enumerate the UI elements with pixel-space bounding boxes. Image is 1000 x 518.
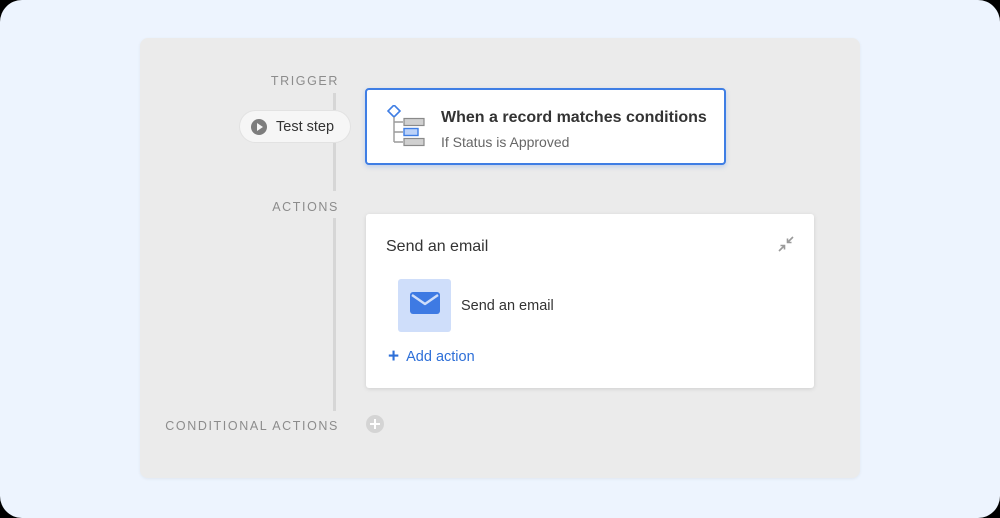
action-group-card: Send an email Send an email + Add action [366, 214, 814, 388]
add-action-label: Add action [406, 349, 475, 365]
add-action-button[interactable]: + Add action [388, 346, 475, 367]
collapse-arrows-icon[interactable] [777, 235, 795, 253]
plus-icon: + [388, 346, 400, 367]
page-background: TRIGGER ACTIONS CONDITIONAL ACTIONS Test… [0, 0, 1000, 518]
trigger-title: When a record matches conditions [441, 109, 707, 126]
envelope-icon [409, 292, 440, 319]
timeline-line-actions [333, 218, 336, 411]
action-item-label: Send an email [461, 297, 554, 314]
actions-section-label: ACTIONS [272, 200, 339, 214]
add-conditional-action-icon[interactable] [366, 415, 384, 433]
action-item-send-email[interactable]: Send an email [398, 279, 554, 332]
timeline-line-trigger-bottom [333, 143, 336, 191]
timeline-line-trigger-top [333, 93, 336, 110]
trigger-card[interactable]: When a record matches conditions If Stat… [365, 88, 726, 165]
conditional-actions-section-label: CONDITIONAL ACTIONS [165, 419, 339, 433]
test-step-button[interactable]: Test step [240, 111, 350, 142]
email-action-tile [398, 279, 451, 332]
conditions-tree-icon [386, 103, 427, 154]
action-group-title: Send an email [386, 238, 489, 255]
trigger-section-label: TRIGGER [270, 74, 339, 88]
test-step-label: Test step [276, 118, 335, 135]
trigger-condition-summary: If Status is Approved [441, 134, 570, 150]
play-circle-icon [251, 118, 267, 135]
